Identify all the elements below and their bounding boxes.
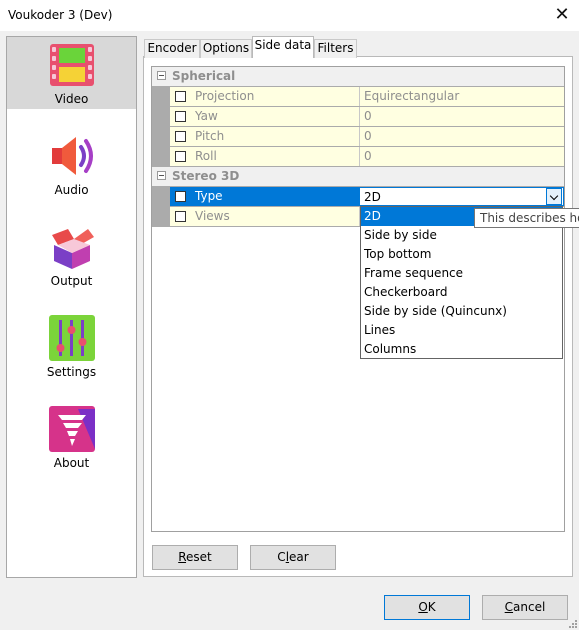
property-row-type[interactable]: Type 2D [170,187,564,206]
sidebar-item-label: About [53,456,90,470]
category-spherical[interactable]: Spherical [152,67,564,86]
resize-grip-icon[interactable] [567,618,577,628]
speaker-icon [52,137,93,175]
category-stereo-3d[interactable]: Stereo 3D [152,167,564,186]
dropdown-option[interactable]: Checkerboard [361,283,562,302]
property-checkbox[interactable] [175,131,186,142]
dropdown-option[interactable]: Side by side (Quincunx) [361,302,562,321]
type-dropdown-list: 2D Side by side Top bottom Frame sequenc… [360,206,563,359]
dropdown-option[interactable]: Frame sequence [361,264,562,283]
property-value[interactable]: 0 [359,107,564,126]
sidebar-item-label: Output [50,274,93,288]
collapse-icon[interactable] [157,71,166,80]
property-row-projection[interactable]: Projection Equirectangular [170,87,564,106]
property-checkbox[interactable] [175,111,186,122]
sidebar-item-video[interactable]: Video [7,37,136,109]
sliders-icon [49,315,95,361]
sidebar-item-output[interactable]: Output [7,219,136,291]
collapse-icon[interactable] [157,171,166,180]
box-icon [52,229,94,269]
ok-button[interactable]: OK [384,595,470,620]
reset-button[interactable]: Reset [152,545,238,570]
tooltip: This describes how [474,208,579,228]
property-name: Projection [195,89,255,103]
chevron-down-icon[interactable] [546,188,562,205]
video-film-icon [50,44,94,86]
sidebar-item-about[interactable]: About [7,401,136,473]
property-row-roll[interactable]: Roll 0 [170,147,564,166]
clear-button[interactable]: Clear [250,545,336,570]
tab-options[interactable]: Options [200,39,252,58]
property-checkbox[interactable] [175,91,186,102]
property-checkbox[interactable] [175,211,186,222]
cancel-button[interactable]: Cancel [482,595,568,620]
sidebar-item-audio[interactable]: Audio [7,128,136,200]
category-label: Stereo 3D [172,169,240,183]
property-name: Type [195,189,223,203]
sidebar-item-settings[interactable]: Settings [7,310,136,382]
tab-filters[interactable]: Filters [314,39,357,58]
dropdown-option[interactable]: Side by side [361,226,562,245]
property-name: Yaw [195,109,218,123]
sidebar-item-label: Settings [46,365,97,379]
property-name: Pitch [195,129,225,143]
property-value[interactable]: 0 [359,147,564,166]
property-row-yaw[interactable]: Yaw 0 [170,107,564,126]
property-name: Roll [195,149,217,163]
property-checkbox[interactable] [175,151,186,162]
dropdown-option[interactable]: Columns [361,340,562,359]
title-bar: Voukoder 3 (Dev) ✕ [0,0,579,31]
window-title: Voukoder 3 (Dev) [8,8,113,22]
property-value[interactable]: Equirectangular [359,87,564,106]
type-combobox[interactable]: 2D [359,187,564,206]
sidebar: Video Audio Output Settings About [6,36,137,578]
tab-encoder[interactable]: Encoder [144,39,200,58]
property-checkbox[interactable] [175,191,186,202]
dropdown-option[interactable]: Top bottom [361,245,562,264]
tornado-logo-icon [49,406,95,452]
property-value[interactable]: 0 [359,127,564,146]
tab-side-data[interactable]: Side data [252,36,314,58]
property-name: Views [195,209,230,223]
dropdown-option[interactable]: Lines [361,321,562,340]
close-icon[interactable]: ✕ [549,3,575,27]
sidebar-item-label: Audio [54,183,89,197]
category-label: Spherical [172,69,236,83]
property-row-pitch[interactable]: Pitch 0 [170,127,564,146]
sidebar-item-label: Video [54,92,89,106]
